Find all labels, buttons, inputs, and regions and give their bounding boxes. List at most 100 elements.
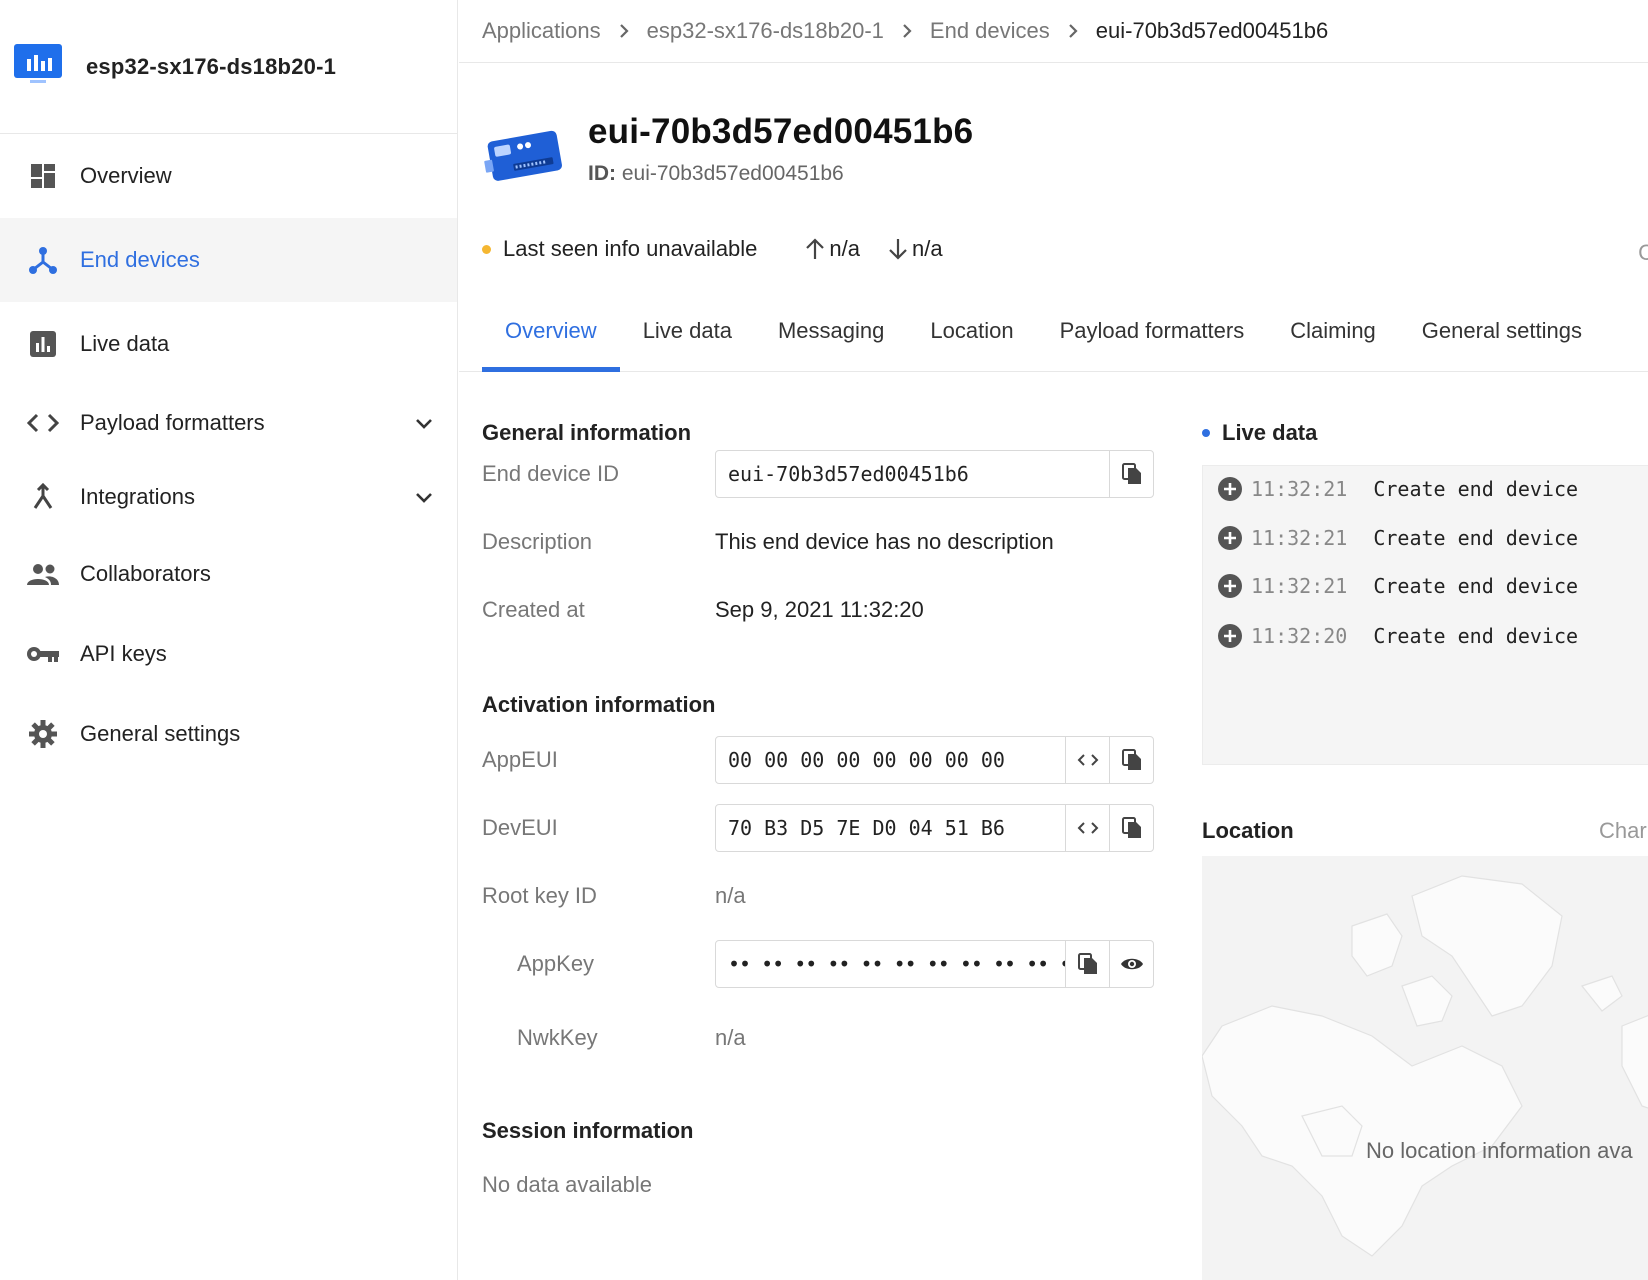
sidebar-item-label: Live data bbox=[80, 331, 170, 356]
people-icon bbox=[26, 557, 60, 591]
deveui-value[interactable]: 70 B3 D5 7E D0 04 51 B6 bbox=[716, 805, 1065, 851]
general-info-title: General information bbox=[482, 420, 692, 445]
merge-icon bbox=[26, 480, 60, 514]
nwkkey-row: NwkKey n/a bbox=[482, 1024, 1154, 1052]
sidebar-item-general-settings[interactable]: General settings bbox=[0, 694, 457, 774]
session-info-title: Session information bbox=[482, 1118, 694, 1143]
main-content: Applications esp32-sx176-ds18b20-1 End d… bbox=[459, 0, 1648, 1280]
tab-live-data[interactable]: Live data bbox=[620, 306, 755, 371]
location-map[interactable]: No location information ava bbox=[1202, 856, 1648, 1280]
appkey-row: AppKey •• •• •• •• •• •• •• •• •• •• •• … bbox=[482, 940, 1154, 988]
live-event-row[interactable]: 11:32:20 Create end device bbox=[1217, 623, 1578, 649]
end-device-id-value[interactable]: eui-70b3d57ed00451b6 bbox=[716, 451, 1109, 497]
status-right-truncated: C bbox=[1638, 240, 1648, 265]
nwkkey-value: n/a bbox=[715, 1025, 746, 1050]
nwkkey-label: NwkKey bbox=[517, 1025, 598, 1050]
downlink-count: n/a bbox=[912, 236, 943, 261]
chevron-right-icon bbox=[619, 23, 629, 39]
world-map-illustration bbox=[1202, 875, 1648, 1257]
created-at-value: Sep 9, 2021 11:32:20 bbox=[715, 597, 924, 622]
change-location-link[interactable]: Char bbox=[1599, 818, 1647, 844]
arrow-up-icon bbox=[806, 238, 825, 259]
appkey-field: •• •• •• •• •• •• •• •• •• •• •• •• bbox=[715, 940, 1154, 988]
tab-claiming[interactable]: Claiming bbox=[1267, 306, 1399, 371]
code-icon bbox=[26, 406, 60, 440]
gear-icon bbox=[26, 717, 60, 751]
eye-icon[interactable] bbox=[1109, 941, 1153, 987]
deveui-label: DevEUI bbox=[482, 815, 558, 840]
sidebar-item-end-devices[interactable]: End devices bbox=[0, 218, 457, 302]
appkey-label: AppKey bbox=[517, 951, 595, 976]
plus-circle-icon bbox=[1218, 477, 1242, 501]
plus-circle-icon bbox=[1218, 574, 1242, 598]
last-seen-text: Last seen info unavailable bbox=[503, 236, 758, 261]
device-board-icon bbox=[482, 124, 566, 194]
sidebar-item-api-keys[interactable]: API keys bbox=[0, 614, 457, 694]
sidebar-item-label: API keys bbox=[80, 641, 167, 666]
sidebar-item-payload-formatters[interactable]: Payload formatters bbox=[0, 386, 457, 460]
copy-icon[interactable] bbox=[1065, 941, 1109, 987]
session-empty-text: No data available bbox=[482, 1172, 653, 1197]
end-devices-icon bbox=[26, 243, 60, 277]
sidebar-item-integrations[interactable]: Integrations bbox=[0, 460, 457, 534]
created-at-row: Created at Sep 9, 2021 11:32:20 bbox=[482, 596, 1154, 624]
breadcrumb: Applications esp32-sx176-ds18b20-1 End d… bbox=[459, 0, 1648, 63]
deveui-row: DevEUI 70 B3 D5 7E D0 04 51 B6 bbox=[482, 804, 1154, 852]
live-data-panel[interactable]: 11:32:21 Create end device 11:32:21 Crea… bbox=[1202, 465, 1648, 765]
toggle-format-icon[interactable] bbox=[1065, 737, 1109, 783]
sidebar-item-label: End devices bbox=[80, 247, 200, 272]
plus-circle-icon bbox=[1218, 624, 1242, 648]
event-name: Create end device bbox=[1373, 477, 1579, 501]
description-value: This end device has no description bbox=[715, 529, 1054, 554]
live-event-row[interactable]: 11:32:21 Create end device bbox=[1217, 525, 1578, 551]
tab-payload-formatters[interactable]: Payload formatters bbox=[1037, 306, 1268, 371]
device-status-row: Last seen info unavailable n/a n/a bbox=[482, 236, 943, 262]
app-header: esp32-sx176-ds18b20-1 bbox=[0, 0, 457, 134]
tab-general-settings[interactable]: General settings bbox=[1399, 306, 1605, 371]
downlink-stat: n/a bbox=[888, 236, 943, 262]
sidebar: esp32-sx176-ds18b20-1 Overview End devic… bbox=[0, 0, 458, 1280]
chevron-right-icon bbox=[902, 23, 912, 39]
chevron-down-icon[interactable] bbox=[415, 484, 433, 510]
application-icon bbox=[14, 42, 64, 92]
toggle-format-icon[interactable] bbox=[1065, 805, 1109, 851]
appeui-field: 00 00 00 00 00 00 00 00 bbox=[715, 736, 1154, 784]
sidebar-nav: Overview End devices Live data Payload f… bbox=[0, 134, 457, 774]
end-device-id-label: End device ID bbox=[482, 461, 619, 486]
chevron-right-icon bbox=[1068, 23, 1078, 39]
sidebar-item-overview[interactable]: Overview bbox=[0, 134, 457, 218]
sidebar-item-collaborators[interactable]: Collaborators bbox=[0, 534, 457, 614]
appeui-label: AppEUI bbox=[482, 747, 558, 772]
live-data-header: Live data bbox=[1202, 420, 1648, 446]
root-key-value: n/a bbox=[715, 883, 746, 908]
live-event-row[interactable]: 11:32:21 Create end device bbox=[1217, 476, 1578, 502]
activation-info-title: Activation information bbox=[482, 692, 716, 717]
breadcrumb-application[interactable]: esp32-sx176-ds18b20-1 bbox=[647, 18, 884, 44]
application-name: esp32-sx176-ds18b20-1 bbox=[86, 53, 337, 79]
copy-icon[interactable] bbox=[1109, 451, 1153, 497]
uplink-count: n/a bbox=[829, 236, 861, 261]
chevron-down-icon[interactable] bbox=[415, 410, 433, 436]
live-event-row[interactable]: 11:32:21 Create end device bbox=[1217, 573, 1578, 599]
appeui-value[interactable]: 00 00 00 00 00 00 00 00 bbox=[716, 737, 1065, 783]
breadcrumb-applications[interactable]: Applications bbox=[482, 18, 601, 44]
breadcrumb-current-device: eui-70b3d57ed00451b6 bbox=[1095, 18, 1329, 43]
dashboard-icon bbox=[26, 159, 60, 193]
tab-location[interactable]: Location bbox=[907, 306, 1036, 371]
end-device-id-row: End device ID eui-70b3d57ed00451b6 bbox=[482, 450, 1154, 498]
created-at-label: Created at bbox=[482, 597, 585, 622]
sidebar-item-label: Integrations bbox=[80, 484, 195, 509]
description-row: Description This end device has no descr… bbox=[482, 528, 1154, 556]
sidebar-item-label: Collaborators bbox=[80, 561, 211, 586]
device-id-label: ID: bbox=[588, 162, 616, 185]
copy-icon[interactable] bbox=[1109, 737, 1153, 783]
copy-icon[interactable] bbox=[1109, 805, 1153, 851]
plus-circle-icon bbox=[1218, 526, 1242, 550]
tab-messaging[interactable]: Messaging bbox=[755, 306, 907, 371]
breadcrumb-end-devices[interactable]: End devices bbox=[930, 18, 1050, 44]
key-icon bbox=[26, 637, 60, 671]
sidebar-item-live-data[interactable]: Live data bbox=[0, 302, 457, 386]
end-device-id-field: eui-70b3d57ed00451b6 bbox=[715, 450, 1154, 498]
tab-overview[interactable]: Overview bbox=[482, 306, 620, 372]
appkey-value[interactable]: •• •• •• •• •• •• •• •• •• •• •• •• bbox=[716, 941, 1065, 987]
